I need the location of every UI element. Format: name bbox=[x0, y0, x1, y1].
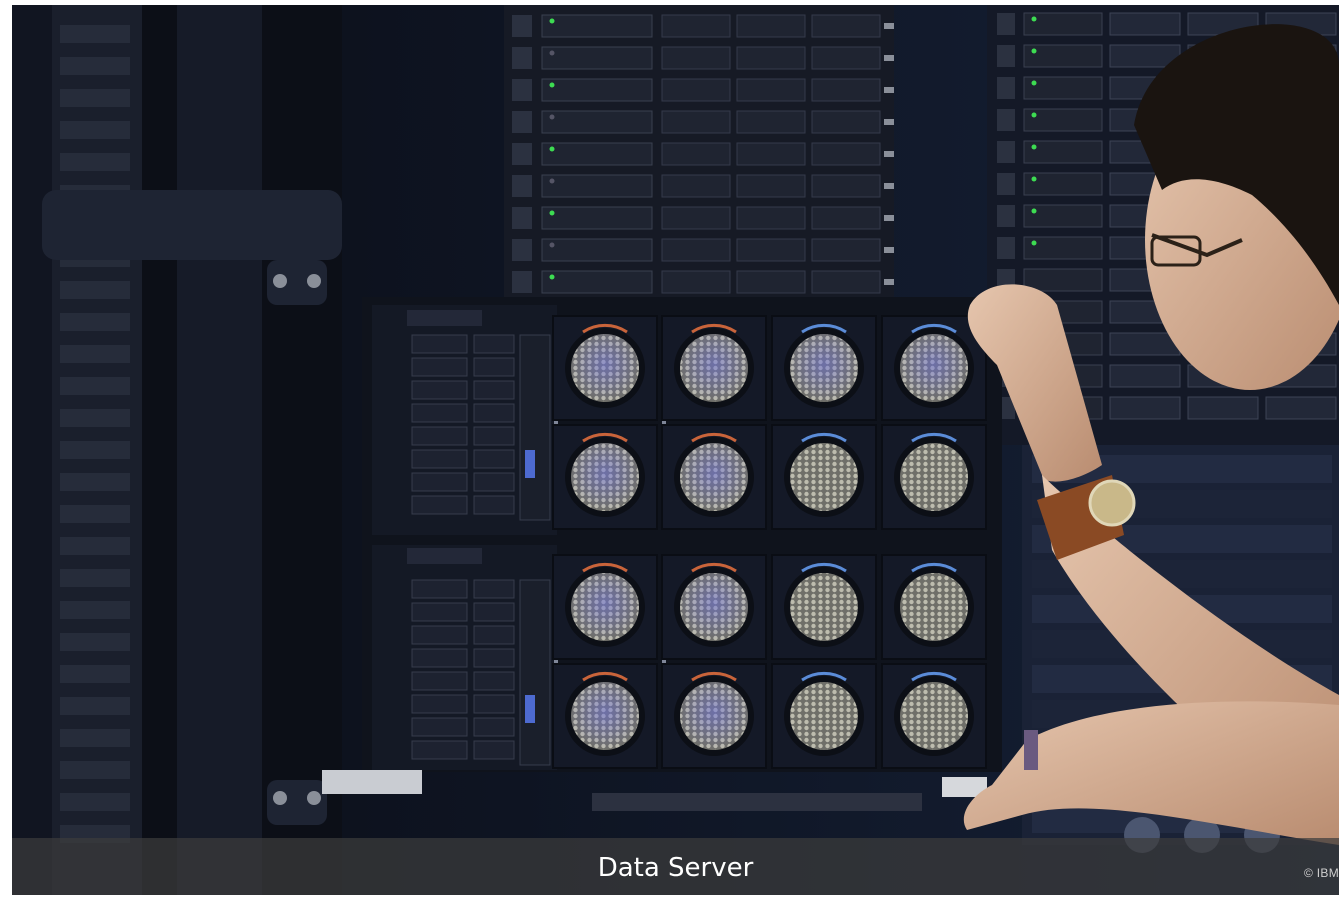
caption-text: Data Server bbox=[597, 853, 754, 883]
caption-bar: Data Server bbox=[12, 838, 1339, 895]
server-rack-photo-icon bbox=[12, 5, 1339, 895]
figure-frame: Data Server © IBM bbox=[0, 0, 1339, 895]
server-photo bbox=[12, 5, 1339, 895]
photo-credit: © IBM bbox=[1303, 866, 1339, 880]
